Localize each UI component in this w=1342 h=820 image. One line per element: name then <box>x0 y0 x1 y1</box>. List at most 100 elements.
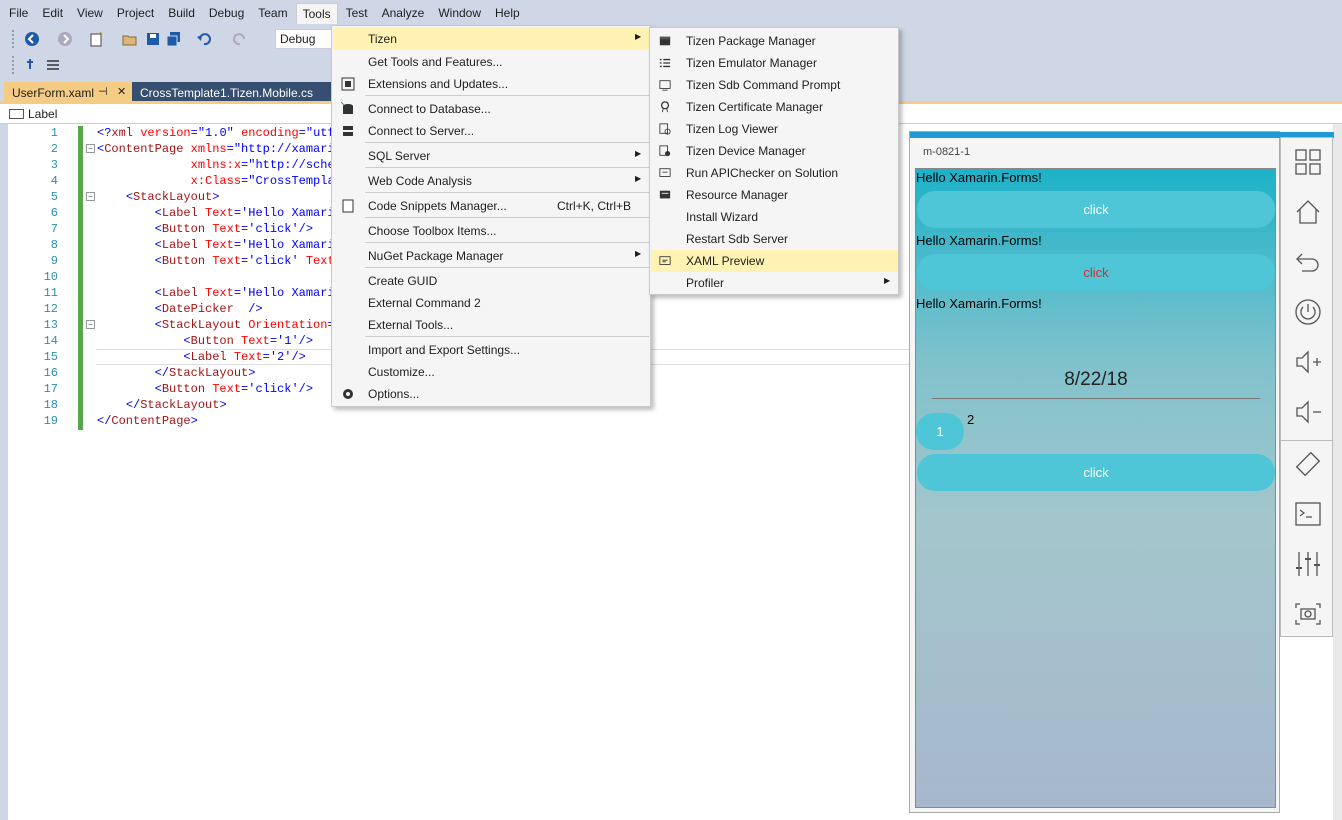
apps-icon[interactable] <box>1294 148 1322 176</box>
preview-date-picker[interactable]: 8/22/18 <box>932 365 1260 399</box>
rotate-icon[interactable] <box>1294 450 1322 478</box>
gear-icon <box>343 389 353 399</box>
menu-window[interactable]: Window <box>432 3 487 23</box>
preview-label: Hello Xamarin.Forms! <box>916 296 1042 311</box>
code-line[interactable]: <StackLayout> <box>97 190 220 204</box>
settings-sliders-icon[interactable] <box>1294 550 1322 578</box>
volume-up-icon[interactable] <box>1294 348 1322 376</box>
tools-menu-item-extensions-and-updates[interactable]: Extensions and Updates... <box>333 73 650 95</box>
tizen-menu-item-profiler[interactable]: Profiler ▶ <box>651 272 898 294</box>
tizen-menu-item-restart-sdb-server[interactable]: Restart Sdb Server <box>651 228 898 250</box>
fold-toggle-contentpage[interactable]: − <box>86 144 95 153</box>
navigate-back-icon[interactable] <box>24 31 40 47</box>
tools-menu-item-choose-toolbox-items[interactable]: Choose Toolbox Items... <box>333 220 650 242</box>
menu-debug[interactable]: Debug <box>203 3 250 23</box>
tools-menu-item-get-tools-and-features[interactable]: Get Tools and Features... <box>333 51 650 73</box>
tools-menu-item-code-snippets-manager[interactable]: Code Snippets Manager... Ctrl+K, Ctrl+B <box>333 195 650 217</box>
menu-item-label: Profiler <box>686 276 725 290</box>
tizen-menu-item-xaml-preview[interactable]: XAML Preview <box>651 250 898 272</box>
tizen-menu-item-tizen-emulator-manager[interactable]: Tizen Emulator Manager <box>651 52 898 74</box>
menu-analyze[interactable]: Analyze <box>376 3 431 23</box>
navigate-forward-icon[interactable] <box>57 31 73 47</box>
tools-menu-item-external-tools[interactable]: External Tools... <box>333 314 650 336</box>
menu-project[interactable]: Project <box>111 3 160 23</box>
tizen-menu-item-install-wizard[interactable]: Install Wizard <box>651 206 898 228</box>
tools-menu-item-customize[interactable]: Customize... <box>333 361 650 383</box>
code-line[interactable]: <StackLayout Orientation= <box>97 318 335 332</box>
tools-menu-item-sql-server[interactable]: SQL Server ▶ <box>333 145 650 167</box>
vertical-scrollbar[interactable] <box>1333 124 1342 820</box>
code-line[interactable]: x:Class="CrossTemplat <box>97 174 342 188</box>
redo-icon[interactable] <box>232 31 248 47</box>
screenshot-icon[interactable] <box>1294 600 1322 628</box>
toolbar-grip[interactable] <box>12 30 16 48</box>
volume-down-icon[interactable] <box>1294 398 1322 426</box>
preview-button-1[interactable]: 1 <box>916 413 964 450</box>
save-all-icon[interactable] <box>166 31 182 47</box>
fold-toggle-inner-stacklayout[interactable]: − <box>86 320 95 329</box>
code-line[interactable]: </ContentPage> <box>97 414 198 428</box>
undo-icon[interactable] <box>196 31 212 47</box>
home-icon[interactable] <box>1294 198 1322 226</box>
menu-view[interactable]: View <box>71 3 109 23</box>
open-file-icon[interactable] <box>122 31 138 47</box>
pin-tab-icon[interactable]: ⊣ <box>98 85 108 98</box>
code-line[interactable]: <Label Text='Hello Xamarin <box>97 238 342 252</box>
code-line[interactable]: <Label Text='Hello Xamarin <box>97 206 342 220</box>
power-icon[interactable] <box>1294 298 1322 326</box>
list-options-icon[interactable] <box>45 57 61 73</box>
menu-file[interactable]: File <box>3 3 34 23</box>
tizen-menu-item-tizen-sdb-command-prompt[interactable]: Tizen Sdb Command Prompt <box>651 74 898 96</box>
menu-test[interactable]: Test <box>340 3 374 23</box>
code-line[interactable]: <Label Text='2'/> <box>97 350 305 364</box>
tools-menu-item-connect-to-server[interactable]: Connect to Server... <box>333 120 650 142</box>
solution-configuration-select[interactable]: Debug <box>275 29 335 49</box>
code-line[interactable]: <?xml version="1.0" encoding="utf <box>97 126 335 140</box>
tools-menu-item-options[interactable]: Options... <box>333 383 650 405</box>
code-line[interactable]: xmlns:x="http://schem <box>97 158 342 172</box>
tizen-menu-item-run-apichecker-on-solution[interactable]: Run APIChecker on Solution <box>651 162 898 184</box>
new-project-icon[interactable] <box>88 31 104 47</box>
code-line[interactable]: <ContentPage xmlns="http://xamarin <box>97 142 342 156</box>
tools-menu-item-connect-to-database[interactable]: Connect to Database... <box>333 98 650 120</box>
menu-help[interactable]: Help <box>489 3 526 23</box>
code-line[interactable]: <Label Text='Hello Xamarin <box>97 286 342 300</box>
code-token: < <box>154 286 162 300</box>
code-line[interactable]: <Button Text='click'/> <box>97 222 313 236</box>
preview-button[interactable]: click <box>917 454 1275 491</box>
menu-team[interactable]: Team <box>252 3 293 23</box>
snippet-icon <box>342 199 354 213</box>
menu-build[interactable]: Build <box>162 3 201 23</box>
terminal-icon[interactable] <box>1294 500 1322 528</box>
tizen-menu-item-tizen-certificate-manager[interactable]: Tizen Certificate Manager <box>651 96 898 118</box>
preview-button-red[interactable]: click <box>917 254 1275 291</box>
code-line[interactable]: </StackLayout> <box>97 398 227 412</box>
tools-menu-item-import-and-export-settings[interactable]: Import and Export Settings... <box>333 339 650 361</box>
close-tab-icon[interactable]: ✕ <box>117 85 126 98</box>
menu-edit[interactable]: Edit <box>36 3 69 23</box>
preview-button[interactable]: click <box>917 191 1275 228</box>
fold-toggle-stacklayout[interactable]: − <box>86 192 95 201</box>
back-icon[interactable] <box>1294 248 1322 276</box>
code-line[interactable]: </StackLayout> <box>97 366 256 380</box>
menu-tools[interactable]: Tools <box>295 2 338 24</box>
code-line[interactable]: <Button Text='click' TextC <box>97 254 342 268</box>
tools-menu-item-create-guid[interactable]: Create GUID <box>333 270 650 292</box>
tools-menu-item-external-command-2[interactable]: External Command 2 <box>333 292 650 314</box>
tools-menu-item-web-code-analysis[interactable]: Web Code Analysis ▶ <box>333 170 650 192</box>
tizen-menu-item-tizen-package-manager[interactable]: Tizen Package Manager <box>651 30 898 52</box>
code-line[interactable]: <Button Text='click'/> <box>97 382 313 396</box>
pin-icon[interactable] <box>22 57 38 73</box>
tizen-menu-item-tizen-log-viewer[interactable]: Tizen Log Viewer <box>651 118 898 140</box>
tizen-menu-item-tizen-device-manager[interactable]: Tizen Device Manager <box>651 140 898 162</box>
tizen-menu-item-resource-manager[interactable]: Resource Manager <box>651 184 898 206</box>
tools-menu-item-nuget-package-manager[interactable]: NuGet Package Manager ▶ <box>333 245 650 267</box>
code-line[interactable]: <DatePicker /> <box>97 302 263 316</box>
save-icon[interactable] <box>145 31 161 47</box>
tools-menu-item-tizen[interactable]: Tizen ▶ <box>333 28 650 50</box>
code-token: > <box>212 190 220 204</box>
toolbar-grip[interactable] <box>12 56 16 74</box>
code-line[interactable]: <Button Text='1'/> <box>97 334 313 348</box>
menu-item-label: Tizen Sdb Command Prompt <box>686 78 841 92</box>
code-token: ContentPage <box>104 142 191 156</box>
